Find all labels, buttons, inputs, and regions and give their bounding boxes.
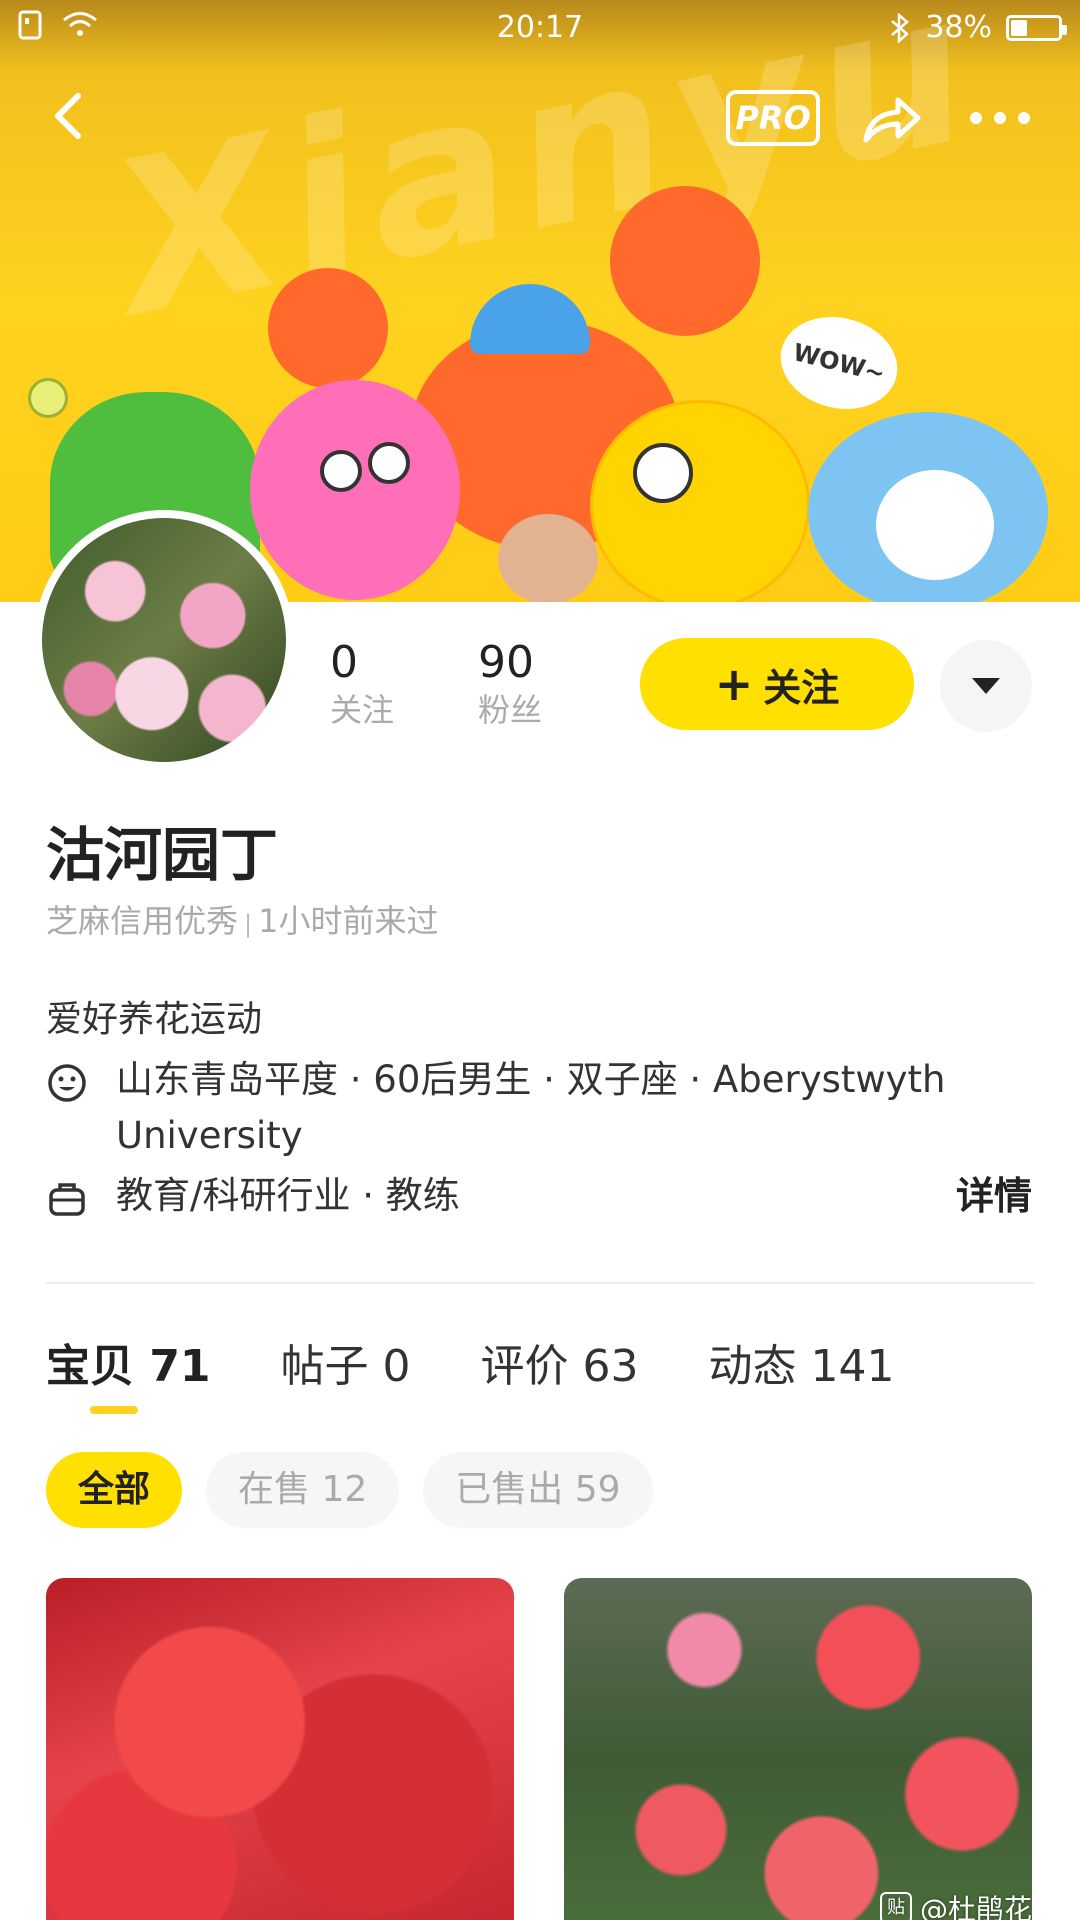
wow-bubble: WOW~ — [770, 305, 908, 421]
pro-badge[interactable]: PRO — [726, 90, 820, 146]
active-tab-indicator — [90, 1406, 138, 1414]
fans-stat[interactable]: 90 粉丝 — [478, 636, 542, 730]
username: 沽河园丁 — [46, 821, 279, 889]
meta-separator: | — [244, 910, 253, 938]
user-meta: 芝麻信用优秀 | 1小时前来过 — [46, 896, 438, 942]
following-stat[interactable]: 0 关注 — [330, 636, 394, 730]
image-watermark: 贴 @杜鹃花 — [879, 1888, 1032, 1920]
profile-screen: Xianyu WOW~ 20:17 38% PRO 0 关注 90 粉丝 + 关… — [0, 0, 1080, 1920]
battery-icon — [1006, 14, 1067, 41]
last-seen: 1小时前来过 — [258, 902, 439, 940]
tab-activity[interactable]: 动态 141 — [709, 1330, 895, 1394]
follow-button-label: 关注 — [763, 665, 840, 710]
following-count: 0 — [330, 637, 358, 688]
tieba-icon: 贴 — [879, 1892, 912, 1920]
fans-count: 90 — [478, 637, 534, 688]
content-tabs: 宝贝 71 帖子 0 评价 63 动态 141 — [46, 1330, 895, 1394]
more-icon[interactable] — [970, 100, 1034, 136]
briefcase-icon — [49, 1183, 85, 1216]
puffer-face — [876, 470, 994, 580]
item-filters: 全部 在售 12 已售出 59 — [46, 1452, 653, 1528]
status-right: 38% — [889, 10, 1067, 45]
bio: 爱好养花运动 — [46, 999, 263, 1040]
top-nav: PRO — [0, 80, 1080, 160]
back-icon[interactable] — [40, 86, 100, 146]
watermark-text: @杜鹃花 — [919, 1893, 1032, 1920]
crab-cap — [470, 284, 590, 354]
filter-on-sale[interactable]: 在售 12 — [206, 1452, 400, 1528]
lamp-decoration — [28, 378, 68, 418]
battery-percent: 38% — [925, 10, 992, 45]
avatar-image — [42, 518, 286, 762]
tab-reviews[interactable]: 评价 63 — [481, 1330, 639, 1394]
yellow-fish-character — [590, 400, 810, 602]
plus-icon: + — [714, 657, 754, 711]
share-icon[interactable] — [856, 84, 926, 154]
crab-claw-left — [268, 268, 388, 388]
following-label: 关注 — [330, 691, 395, 729]
personal-info-text: 山东青岛平度 · 60后男生 · 双子座 · Aberystwyth Unive… — [116, 1058, 946, 1157]
snail-character — [498, 514, 598, 602]
tab-items[interactable]: 宝贝 71 — [46, 1330, 211, 1394]
eye-icon — [368, 442, 410, 484]
eye-icon — [320, 450, 362, 492]
job-info-text: 教育/科研行业 · 教练 — [116, 1174, 460, 1217]
smiley-icon — [48, 1064, 86, 1102]
filter-sold[interactable]: 已售出 59 — [423, 1452, 653, 1528]
divider — [46, 1282, 1034, 1284]
fans-label: 粉丝 — [478, 691, 543, 729]
follow-button[interactable]: + 关注 — [640, 638, 914, 730]
details-link[interactable]: 详情 — [956, 1168, 1032, 1224]
avatar[interactable] — [34, 510, 294, 770]
pink-character — [250, 380, 460, 600]
tab-posts[interactable]: 帖子 0 — [281, 1330, 411, 1394]
eye-icon — [633, 443, 693, 503]
crab-claw-right — [610, 186, 760, 336]
product-card[interactable] — [46, 1578, 514, 1920]
status-bar: 20:17 38% — [0, 0, 1080, 56]
more-options-button[interactable] — [940, 640, 1032, 732]
product-card[interactable]: 贴 @杜鹃花 — [564, 1578, 1032, 1920]
credit-status: 芝麻信用优秀 — [46, 902, 239, 940]
filter-all[interactable]: 全部 — [46, 1452, 183, 1528]
caret-down-icon — [972, 678, 1000, 694]
bluetooth-icon — [891, 12, 910, 43]
